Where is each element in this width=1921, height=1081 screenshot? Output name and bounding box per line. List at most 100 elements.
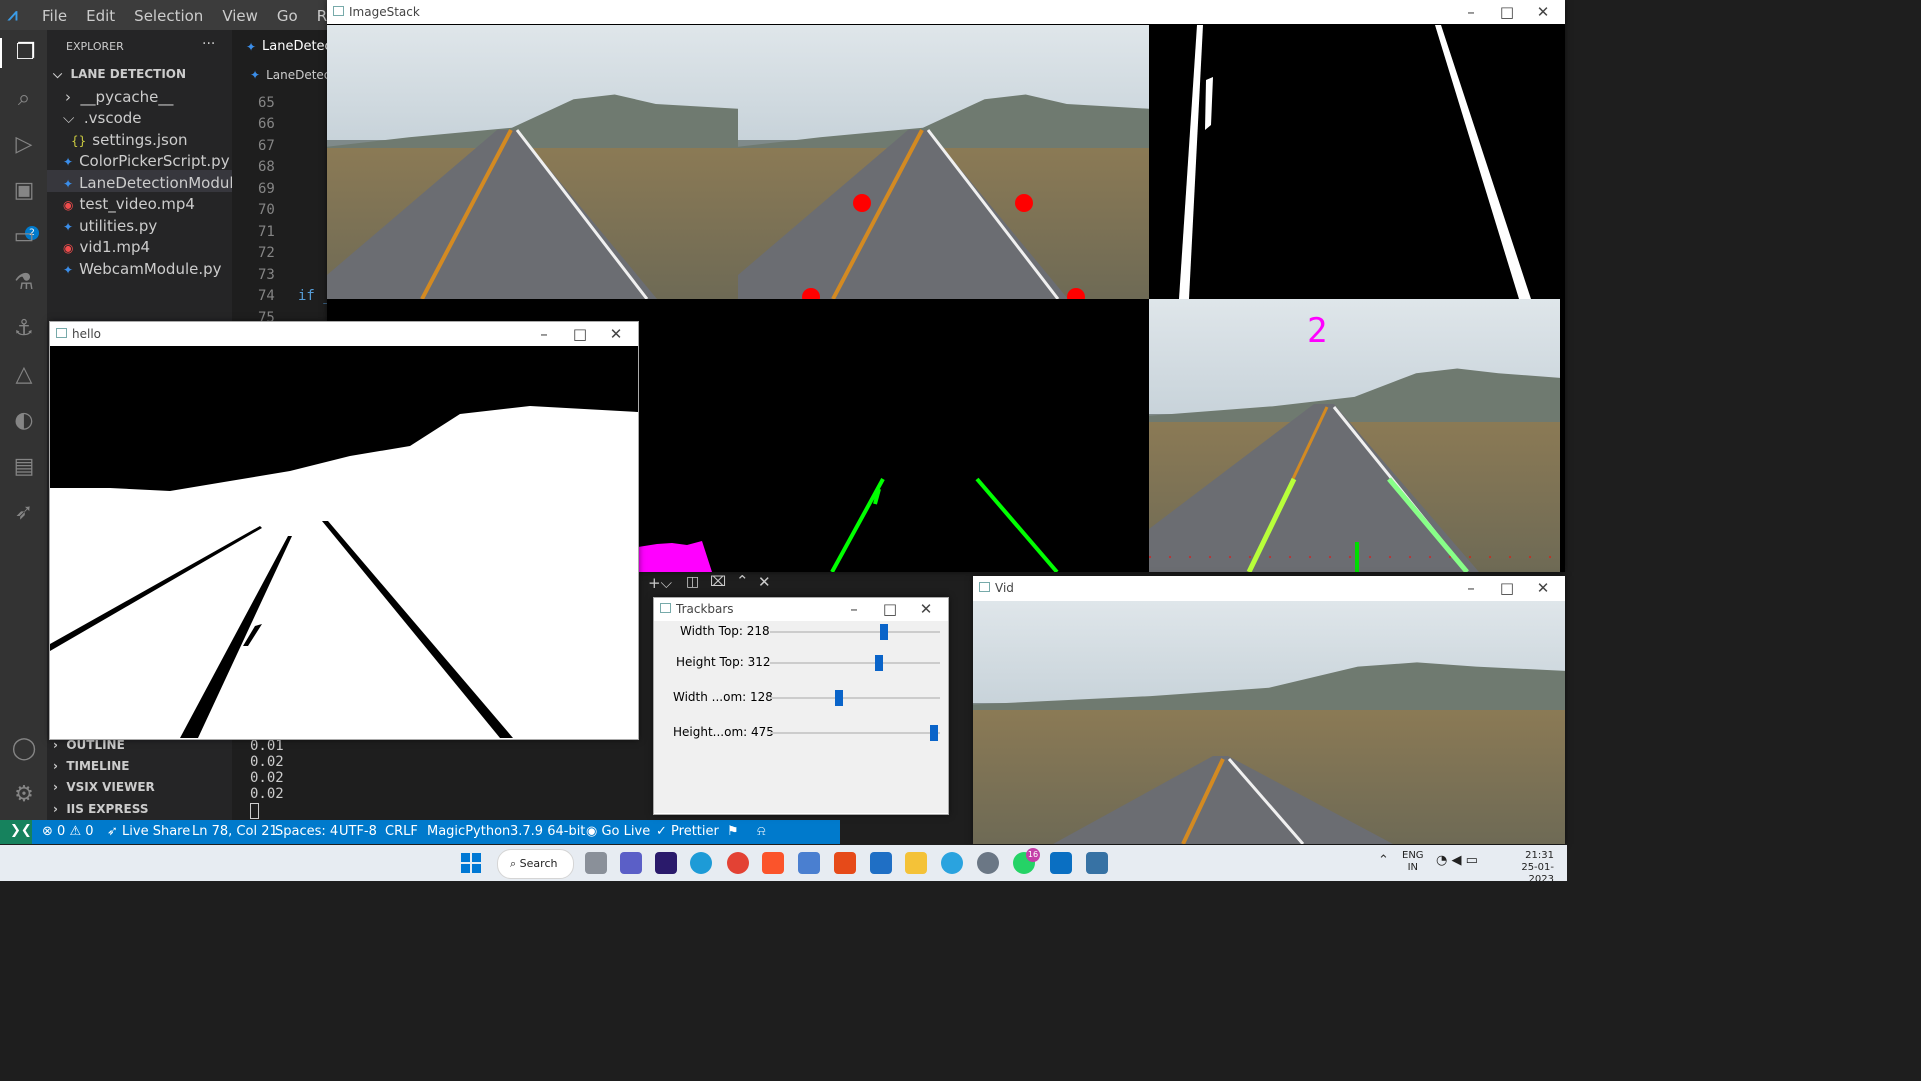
terminal-panel[interactable]: 0.01 0.02 0.02 0.02: [250, 738, 650, 820]
explorer-more-icon[interactable]: ···: [202, 36, 215, 52]
python-interpreter[interactable]: 3.7.9 64-bit: [510, 824, 585, 839]
go-live[interactable]: ◉ Go Live: [586, 824, 650, 839]
menu-view[interactable]: View: [222, 7, 258, 25]
premiere-pro-icon[interactable]: [655, 852, 677, 874]
panel-vsix-viewer[interactable]: › VSIX VIEWER: [53, 780, 155, 794]
indentation[interactable]: Spaces: 4: [275, 824, 338, 839]
maximize-icon[interactable]: □: [562, 322, 598, 346]
trackbars-titlebar[interactable]: Trackbars – □ ✕: [654, 598, 948, 620]
azure-icon[interactable]: △: [9, 360, 39, 390]
docker-icon[interactable]: ⚓: [9, 314, 39, 344]
trackbar-thumb[interactable]: [930, 725, 939, 741]
panel-outline[interactable]: › OUTLINE: [53, 738, 125, 752]
menu-file[interactable]: File: [42, 7, 67, 25]
manage-gear-icon[interactable]: ⚙: [9, 780, 39, 810]
tree-item-webcammodule[interactable]: ✦ WebcamModule.py: [63, 260, 222, 278]
vid-titlebar[interactable]: Vid – □ ✕: [973, 576, 1565, 600]
vid-window[interactable]: Vid – □ ✕: [973, 576, 1565, 844]
edge-icon[interactable]: [690, 852, 712, 874]
microsoft-store-icon[interactable]: [798, 852, 820, 874]
testing-icon[interactable]: ⚗: [9, 268, 39, 298]
feedback-icon[interactable]: ⚑: [727, 824, 739, 839]
tree-item-settings-json[interactable]: {} settings.json: [71, 131, 188, 149]
trackbar-track[interactable]: [770, 732, 940, 734]
tree-item-utilities[interactable]: ✦ utilities.py: [63, 217, 157, 235]
minimize-icon[interactable]: –: [1453, 0, 1489, 24]
telegram-icon[interactable]: [941, 852, 963, 874]
task-view-icon[interactable]: [585, 852, 607, 874]
chrome-icon[interactable]: [727, 852, 749, 874]
trackbar-thumb[interactable]: [880, 624, 889, 640]
problems-indicator[interactable]: ⊗ 0 ⚠ 0: [42, 824, 94, 839]
minimize-icon[interactable]: –: [836, 598, 872, 620]
menu-selection[interactable]: Selection: [134, 7, 203, 25]
panel-iis-express[interactable]: › IIS EXPRESS: [53, 802, 149, 816]
edge-devtools-icon[interactable]: ◐: [9, 406, 39, 436]
explorer-icon[interactable]: ❐: [0, 38, 49, 68]
maximize-panel-icon[interactable]: ⌃: [736, 572, 749, 590]
close-icon[interactable]: ✕: [1525, 0, 1561, 24]
brave-icon[interactable]: [762, 852, 784, 874]
remote-explorer-icon[interactable]: ▭: [9, 222, 39, 252]
tree-item-pycache[interactable]: › __pycache__: [65, 88, 173, 106]
vscode-taskbar-icon[interactable]: [1050, 852, 1072, 874]
run-debug-icon[interactable]: ▷: [9, 130, 39, 160]
live-share-icon[interactable]: ➶: [9, 498, 39, 528]
prettier[interactable]: ✓ Prettier: [656, 824, 719, 839]
notebook-icon[interactable]: ▤: [9, 452, 39, 482]
search-icon[interactable]: ⌕: [9, 84, 39, 114]
split-terminal-icon[interactable]: ◫: [686, 574, 699, 590]
office-icon[interactable]: [834, 852, 856, 874]
new-terminal-icon[interactable]: +⌵: [648, 574, 672, 592]
clock[interactable]: 21:31 25-01-2023: [1500, 850, 1554, 886]
breadcrumb[interactable]: ✦ LaneDetec: [250, 68, 330, 82]
trackbar-track[interactable]: [770, 697, 940, 699]
trackbar-track[interactable]: [770, 662, 940, 664]
taskbar-search[interactable]: ⌕ Search: [497, 849, 574, 879]
extensions-icon[interactable]: ▣: [9, 176, 39, 206]
minimize-icon[interactable]: –: [1453, 576, 1489, 600]
close-icon[interactable]: ✕: [598, 322, 634, 346]
language-indicator[interactable]: ENG IN: [1402, 850, 1424, 874]
live-share-status[interactable]: ➶ Live Share: [107, 824, 190, 839]
hello-window[interactable]: hello – □ ✕: [49, 321, 639, 740]
maximize-icon[interactable]: □: [872, 598, 908, 620]
start-windows-icon[interactable]: [461, 853, 481, 873]
tree-item-vscode[interactable]: ⌵ .vscode: [63, 109, 142, 127]
teams-chat-icon[interactable]: [620, 852, 642, 874]
settings-gear-icon[interactable]: [977, 852, 999, 874]
tree-item-test-video[interactable]: ◉ test_video.mp4: [63, 195, 195, 213]
remote-indicator[interactable]: ❯❮: [0, 820, 32, 844]
notifications-bell-icon[interactable]: ⍾: [757, 824, 766, 839]
language-mode[interactable]: MagicPython: [427, 824, 510, 839]
close-icon[interactable]: ✕: [1525, 576, 1561, 600]
minimize-icon[interactable]: –: [526, 322, 562, 346]
python-taskbar-icon[interactable]: [1086, 852, 1108, 874]
accounts-icon[interactable]: ◯: [9, 734, 39, 764]
encoding[interactable]: UTF-8: [339, 824, 377, 839]
trackbar-thumb[interactable]: [875, 655, 884, 671]
editor-tab[interactable]: ✦ LaneDetect: [232, 30, 337, 64]
tree-item-colorpicker[interactable]: ✦ ColorPickerScript.py: [63, 152, 230, 170]
maximize-icon[interactable]: □: [1489, 576, 1525, 600]
system-tray[interactable]: ◔ ◀ ▭: [1436, 853, 1478, 868]
hello-titlebar[interactable]: hello – □ ✕: [50, 322, 638, 346]
show-hidden-icons-chevron-icon[interactable]: ⌃: [1378, 853, 1389, 868]
maximize-icon[interactable]: □: [1489, 0, 1525, 24]
project-folder[interactable]: ⌵ LANE DETECTION: [53, 67, 186, 82]
menu-edit[interactable]: Edit: [86, 7, 115, 25]
trash-icon[interactable]: ⌧: [710, 574, 726, 590]
close-icon[interactable]: ✕: [908, 598, 944, 620]
menu-go[interactable]: Go: [277, 7, 298, 25]
close-panel-icon[interactable]: ✕: [758, 573, 771, 591]
end-of-line[interactable]: CRLF: [385, 824, 418, 839]
trackbars-window[interactable]: Trackbars – □ ✕ Width Top: 218 Height To…: [653, 597, 949, 815]
mail-icon[interactable]: [870, 852, 892, 874]
imagestack-titlebar[interactable]: ImageStack – □ ✕: [327, 0, 1565, 24]
trackbar-thumb[interactable]: [834, 690, 843, 706]
file-explorer-icon[interactable]: [905, 852, 927, 874]
tree-item-vid1[interactable]: ◉ vid1.mp4: [63, 238, 150, 256]
panel-timeline[interactable]: › TIMELINE: [53, 759, 129, 773]
cursor-position[interactable]: Ln 78, Col 21: [192, 824, 278, 839]
trackbar-track[interactable]: [770, 631, 940, 633]
